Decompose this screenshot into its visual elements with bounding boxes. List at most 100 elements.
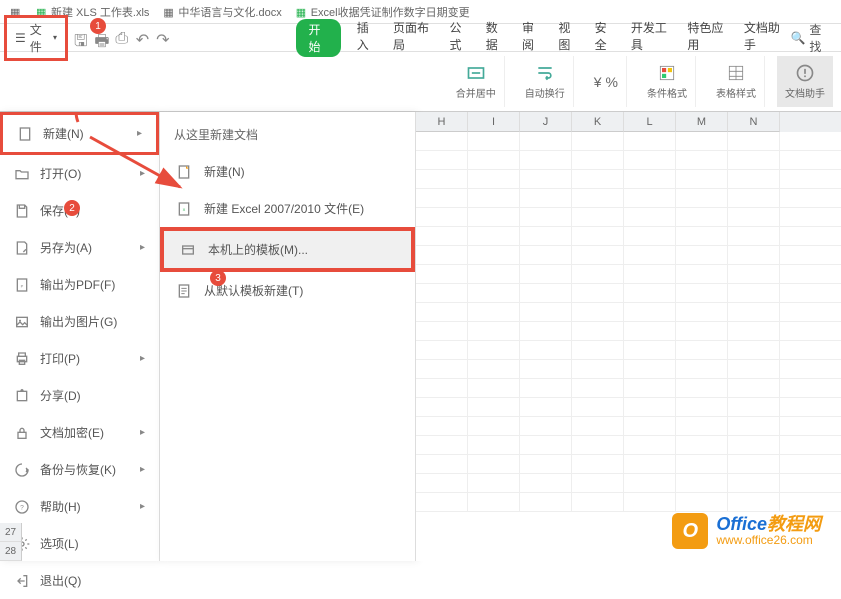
tab-layout[interactable]: 页面布局 [393, 19, 434, 57]
new-icon [17, 126, 33, 142]
wrap-icon [535, 63, 555, 83]
exit-icon [14, 573, 30, 589]
helper-label: 文档助手 [785, 85, 825, 100]
file-menu: 新建(N) ▸ 打开(O) ▸ 保存(S) 另存为(A) ▸ P 输出为PDF(… [0, 112, 160, 561]
menu-label: 分享(D) [40, 387, 81, 404]
tab-start[interactable]: 开始 [296, 19, 340, 57]
col-header[interactable]: I [468, 112, 520, 132]
watermark: O Office教程网 www.office26.com [672, 513, 821, 549]
undo-icon[interactable]: ↶ [136, 30, 150, 46]
menu-label: 退出(Q) [40, 572, 81, 589]
percent-icon: % [606, 74, 618, 90]
chevron-right-icon: ▸ [140, 464, 145, 475]
svg-text:P: P [21, 283, 24, 288]
file-menu-button[interactable]: ☰ 文件 ▾ [4, 15, 68, 61]
annotation-badge-3: 3 [210, 270, 226, 286]
preview-icon[interactable]: ⎙ [115, 30, 129, 46]
column-headers: H I J K L M N [416, 112, 841, 132]
find-label: 查找 [809, 21, 829, 55]
tab-data[interactable]: 数据 [486, 19, 506, 57]
menu-label: 输出为PDF(F) [40, 276, 115, 293]
submenu-new-xls[interactable]: X 新建 Excel 2007/2010 文件(E) [160, 190, 415, 227]
wrap-text-button[interactable]: 自动换行 [517, 56, 574, 107]
menu-exit[interactable]: 退出(Q) [0, 562, 159, 599]
content-area: 新建(N) ▸ 打开(O) ▸ 保存(S) 另存为(A) ▸ P 输出为PDF(… [0, 112, 841, 561]
share-icon [14, 388, 30, 404]
svg-text:?: ? [20, 504, 24, 511]
help-icon: ? [14, 499, 30, 515]
merge-icon [466, 63, 486, 83]
submenu-new[interactable]: 新建(N) [160, 153, 415, 190]
search-icon: 🔍 [790, 31, 805, 45]
menu-new[interactable]: 新建(N) ▸ [0, 112, 159, 155]
row-num[interactable]: 27 [0, 523, 22, 542]
menu-help[interactable]: ? 帮助(H) ▸ [0, 488, 159, 525]
number-format-group[interactable]: ¥ % [586, 56, 627, 107]
menu-print[interactable]: 打印(P) ▸ [0, 340, 159, 377]
spreadsheet[interactable]: H I J K L M N [416, 112, 841, 561]
menu-label: 另存为(A) [40, 239, 92, 256]
file-label: 文件 [30, 21, 49, 55]
ribbon-tabs: 开始 插入 页面布局 公式 数据 审阅 视图 安全 开发工具 特色应用 文档助手 [296, 19, 784, 57]
col-header[interactable]: J [520, 112, 572, 132]
cond-format-button[interactable]: 条件格式 [639, 56, 696, 107]
save-icon[interactable]: 🖫 [74, 30, 88, 46]
save-icon [14, 203, 30, 219]
logo-icon: O [672, 513, 708, 549]
tab-special[interactable]: 特色应用 [687, 19, 728, 57]
doc-tab[interactable]: ▦中华语言与文化.docx [157, 2, 287, 22]
menu-encrypt[interactable]: 文档加密(E) ▸ [0, 414, 159, 451]
annotation-badge-1: 1 [90, 18, 106, 34]
tab-label: Excel收据凭证制作数字日期变更 [311, 4, 470, 20]
col-header[interactable]: H [416, 112, 468, 132]
default-tpl-icon [176, 283, 192, 299]
submenu-heading: 从这里新建文档 [160, 122, 415, 153]
redo-icon[interactable]: ↷ [156, 30, 170, 46]
tab-review[interactable]: 审阅 [522, 19, 542, 57]
menu-share[interactable]: 分享(D) [0, 377, 159, 414]
table-style-button[interactable]: 表格样式 [708, 56, 765, 107]
submenu-default-template[interactable]: 从默认模板新建(T) [160, 272, 415, 309]
merge-center-button[interactable]: 合并居中 [448, 56, 505, 107]
submenu-local-template[interactable]: 本机上的模板(M)... [160, 227, 415, 272]
col-header[interactable]: K [572, 112, 624, 132]
folder-icon [14, 166, 30, 182]
col-header[interactable]: N [728, 112, 780, 132]
menu-export-img[interactable]: 输出为图片(G) [0, 303, 159, 340]
tab-dev[interactable]: 开发工具 [631, 19, 672, 57]
menu-label: 打开(O) [40, 165, 81, 182]
table-style-icon [726, 63, 746, 83]
tab-security[interactable]: 安全 [595, 19, 615, 57]
xls-icon: X [176, 201, 192, 217]
menu-label: 帮助(H) [40, 498, 81, 515]
chevron-right-icon: ▸ [140, 427, 145, 438]
hamburger-icon: ☰ [15, 31, 26, 45]
find-button[interactable]: 🔍 查找 [790, 21, 829, 55]
tab-view[interactable]: 视图 [558, 19, 578, 57]
tab-formula[interactable]: 公式 [450, 19, 470, 57]
tab-helper[interactable]: 文档助手 [744, 19, 785, 57]
grid-rows[interactable] [416, 132, 841, 512]
menu-open[interactable]: 打开(O) ▸ [0, 155, 159, 192]
print-icon [14, 351, 30, 367]
menu-save-as[interactable]: 另存为(A) ▸ [0, 229, 159, 266]
sheet-icon: ▦ [296, 6, 308, 18]
col-header[interactable]: M [676, 112, 728, 132]
menu-options[interactable]: 选项(L) [0, 525, 159, 562]
cond-fmt-icon [657, 63, 677, 83]
col-header[interactable]: L [624, 112, 676, 132]
wm-url: www.office26.com [716, 534, 821, 547]
annotation-badge-2: 2 [64, 200, 80, 216]
tab-insert[interactable]: 插入 [357, 19, 377, 57]
ribbon: 合并居中 自动换行 ¥ % 条件格式 表格样式 文档助手 [0, 52, 841, 112]
menu-backup[interactable]: 备份与恢复(K) ▸ [0, 451, 159, 488]
row-num[interactable]: 28 [0, 542, 22, 561]
table-style-label: 表格样式 [716, 85, 756, 100]
menu-export-pdf[interactable]: P 输出为PDF(F) [0, 266, 159, 303]
merge-label: 合并居中 [456, 85, 496, 100]
wm-title-b: 教程网 [767, 514, 821, 534]
new-submenu: 从这里新建文档 新建(N) X 新建 Excel 2007/2010 文件(E)… [160, 112, 416, 561]
doc-icon: ▦ [163, 6, 175, 18]
pdf-icon: P [14, 277, 30, 293]
doc-helper-button[interactable]: 文档助手 [777, 56, 833, 107]
